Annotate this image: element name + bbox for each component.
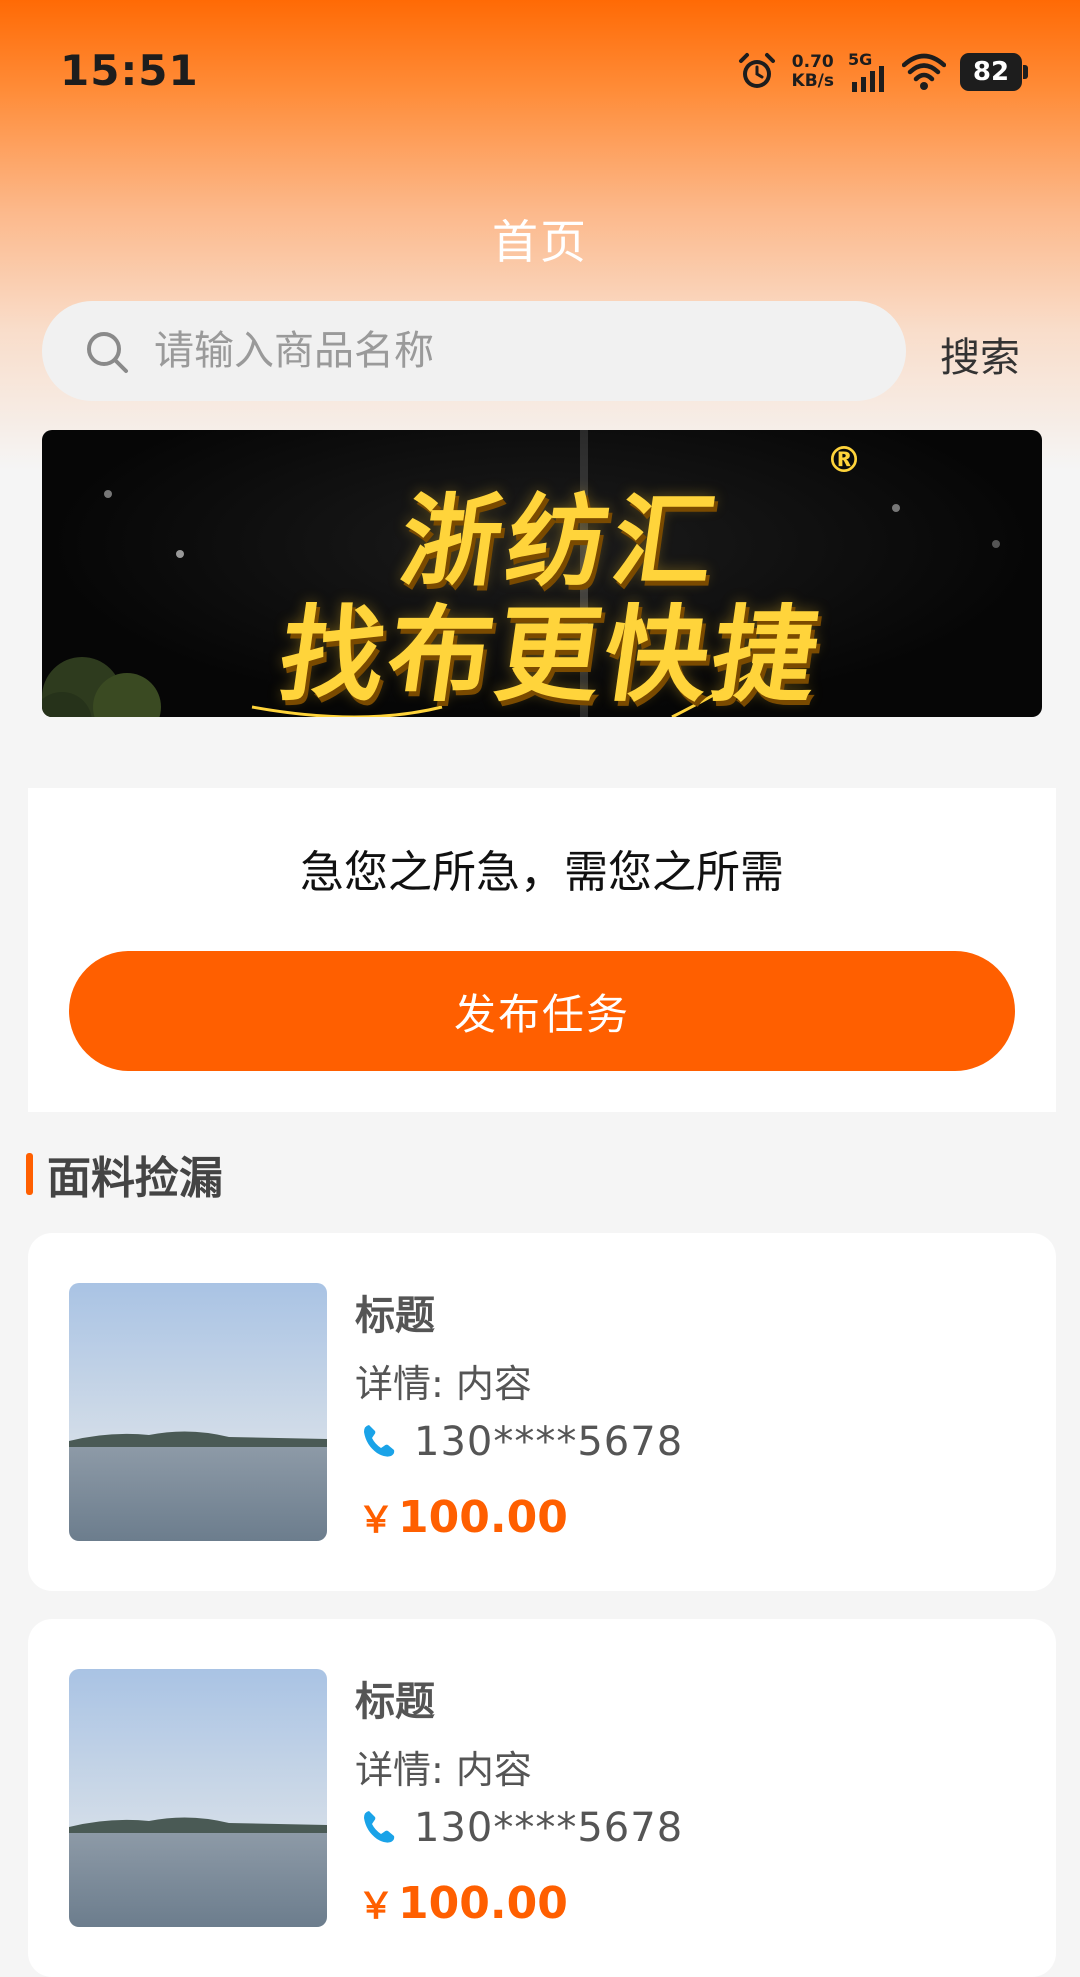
network-speed-unit: KB/s [791,71,834,91]
wifi-icon [902,53,946,90]
product-detail: 详情: 内容 [355,1748,532,1792]
publish-task-button[interactable]: 发布任务 [69,951,1015,1071]
price-currency: ￥ [358,1500,395,1541]
phone-icon[interactable] [361,1809,397,1845]
product-phone: 130****5678 [414,1419,684,1465]
alarm-icon [738,53,775,88]
status-time: 15:51 [60,46,199,95]
search-box[interactable] [42,301,906,401]
product-phone: 130****5678 [414,1805,684,1851]
network-speed: 0.70 KB/s [792,53,834,91]
section-title: 面料捡漏 [47,1153,223,1204]
product-detail: 详情: 内容 [355,1362,532,1406]
section-accent-bar [26,1153,33,1195]
product-price: ￥ 100.00 [358,1877,568,1929]
search-input[interactable] [154,301,874,401]
battery-indicator: 82 [960,53,1028,91]
cellular-signal: 5G [848,50,888,94]
publish-task-card: 急您之所急，需您之所需 发布任务 [28,788,1056,1112]
page-title: 首页 [492,215,588,269]
price-currency: ￥ [358,1886,395,1927]
product-card[interactable]: 标题 详情: 内容 130****5678 ￥ 100.00 [28,1233,1056,1591]
product-title: 标题 [355,1293,435,1339]
product-card[interactable]: 标题 详情: 内容 130****5678 ￥ 100.00 [28,1619,1056,1977]
product-image [69,1283,327,1541]
product-price: ￥ 100.00 [358,1491,568,1543]
banner-slogan-text: 找布更快捷 [272,594,830,716]
task-slogan: 急您之所急，需您之所需 [300,847,784,898]
registered-mark: ® [826,440,862,481]
signal-icon [852,66,884,92]
section-header: 面料捡漏 [26,1146,223,1204]
product-image [69,1669,327,1927]
network-speed-value: 0.70 [791,52,834,72]
product-title: 标题 [355,1679,435,1725]
search-button[interactable]: 搜索 [940,325,1020,383]
status-bar: 15:51 0.70 KB/s 5G 82 [0,0,1080,140]
price-value: 100.00 [398,1878,568,1929]
promo-banner[interactable]: 浙纺汇 ® 找布更快捷 [42,430,1042,717]
search-icon [87,332,128,373]
price-value: 100.00 [398,1492,568,1543]
status-icons: 0.70 KB/s 5G 82 [736,50,1028,94]
phone-icon[interactable] [361,1423,397,1459]
